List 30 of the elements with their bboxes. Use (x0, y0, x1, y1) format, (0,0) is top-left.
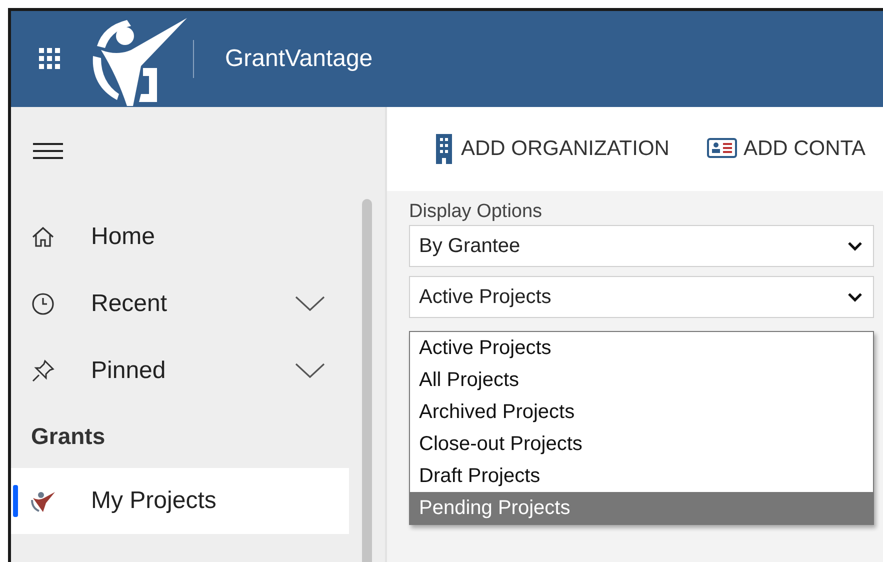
chevron-icon[interactable] (295, 362, 325, 378)
dropdown-option[interactable]: Pending Projects (410, 492, 873, 524)
toolbar-button[interactable]: ADD ORGANIZATION (433, 134, 670, 164)
logo-icon (31, 489, 55, 513)
chevron-icon (847, 241, 863, 251)
contact-card-icon (707, 138, 738, 160)
nav-item[interactable]: Home (11, 203, 349, 270)
dropdown-select[interactable]: By Grantee (409, 225, 874, 267)
scrollbar[interactable] (362, 199, 372, 562)
dropdown-option[interactable]: Archived Projects (410, 396, 873, 428)
chevron-icon (847, 292, 863, 302)
dropdown-select[interactable]: Active Projects (409, 276, 874, 318)
dropdown-option[interactable]: Active Projects (410, 332, 873, 364)
nav-item[interactable]: Pinned (11, 337, 349, 404)
chevron-icon[interactable] (295, 296, 325, 312)
dropdown-option[interactable]: All Projects (410, 364, 873, 396)
section-heading: Grants (30, 422, 106, 450)
nav-item[interactable]: My Projects (11, 468, 349, 534)
menu-icon[interactable] (33, 141, 63, 161)
building-icon (433, 134, 455, 164)
field-label: Display Options (409, 201, 544, 223)
nav-item[interactable]: Recent (11, 270, 349, 337)
dropdown-option[interactable]: Close-out Projects (410, 428, 873, 460)
dropdown-option[interactable]: Draft Projects (410, 460, 873, 492)
app-name: GrantVantage (225, 45, 373, 73)
toolbar-button[interactable]: ADD CONTA (707, 137, 866, 161)
clock-icon (31, 292, 55, 316)
home-icon (31, 226, 55, 248)
pin-icon (31, 358, 55, 382)
app-launcher-icon[interactable] (39, 48, 61, 70)
